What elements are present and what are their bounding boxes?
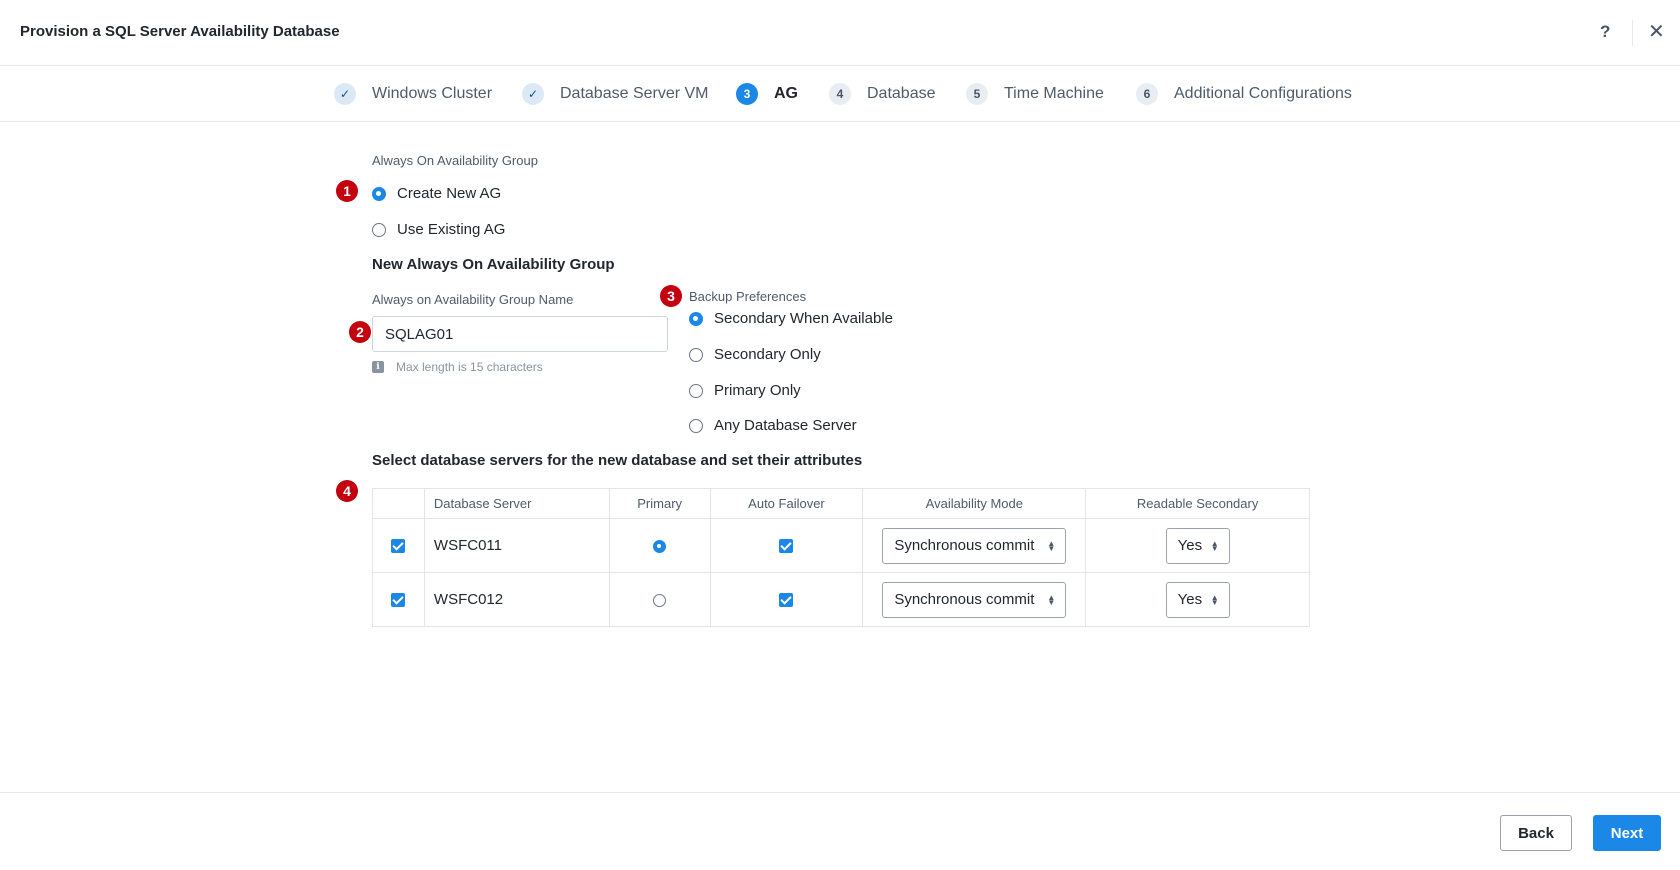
ag-section-label: Always On Availability Group [372, 153, 538, 168]
wizard-stepper: ✓ Windows Cluster ✓ Database Server VM 3… [0, 66, 1680, 122]
table-row: WSFC012 Synchronous commit ▲ ▼ Yes ▲ ▼ [372, 572, 1310, 627]
step-label: Database Server VM [560, 85, 709, 102]
availability-mode-value: Synchronous commit [894, 537, 1035, 554]
new-ag-heading: New Always On Availability Group [372, 256, 615, 273]
availability-mode-select[interactable]: Synchronous commit ▲ ▼ [882, 581, 1067, 618]
server-name: WSFC012 [423, 572, 610, 627]
back-button[interactable]: Back [1500, 815, 1572, 851]
ag-name-input[interactable] [372, 316, 668, 352]
step-number: 4 [829, 83, 851, 105]
backup-radio[interactable] [689, 347, 703, 362]
check-icon: ✓ [522, 83, 544, 105]
backup-radio[interactable] [689, 311, 703, 326]
callout-badge-3: 3 [660, 285, 682, 307]
backup-option-any-database-server[interactable]: Any Database Server [689, 417, 857, 434]
page-title: Provision a SQL Server Availability Data… [20, 23, 340, 40]
ag-name-hint-text: Max length is 15 characters [396, 360, 543, 374]
help-icon[interactable]: ? [1600, 22, 1610, 42]
database-servers-table: Database Server Primary Auto Failover Av… [372, 488, 1310, 627]
select-arrows-icon: ▲ ▼ [1210, 592, 1219, 607]
create-new-ag-label: Create New AG [397, 185, 502, 202]
backup-option-label: Any Database Server [714, 417, 857, 434]
availability-mode-select[interactable]: Synchronous commit ▲ ▼ [882, 527, 1067, 564]
header-divider [1632, 20, 1633, 46]
ag-name-label: Always on Availability Group Name [372, 292, 574, 307]
check-icon: ✓ [334, 83, 356, 105]
step-number: 6 [1136, 83, 1158, 105]
backup-option-label: Secondary Only [714, 346, 821, 363]
select-arrows-icon: ▲ ▼ [1210, 538, 1219, 553]
step-time-machine[interactable]: 5 Time Machine [966, 83, 1104, 105]
callout-badge-4: 4 [336, 480, 358, 502]
use-existing-ag-option[interactable]: Use Existing AG [372, 221, 505, 238]
servers-heading: Select database servers for the new data… [372, 452, 863, 469]
create-new-ag-option[interactable]: Create New AG [372, 185, 501, 202]
callout-badge-1: 1 [336, 180, 358, 202]
row-select-checkbox[interactable] [391, 539, 406, 554]
column-header-database-server: Database Server [423, 488, 610, 519]
auto-failover-checkbox[interactable] [779, 593, 794, 608]
backup-option-label: Secondary When Available [714, 310, 894, 327]
step-number: 5 [966, 83, 988, 105]
step-label: Additional Configurations [1174, 85, 1352, 102]
column-header-availability-mode: Availability Mode [862, 488, 1087, 519]
column-header-auto-failover: Auto Failover [709, 488, 864, 519]
backup-radio[interactable] [689, 418, 703, 433]
auto-failover-checkbox[interactable] [779, 539, 794, 554]
table-row: WSFC011 Synchronous commit ▲ ▼ Yes ▲ ▼ [372, 518, 1310, 573]
backup-option-label: Primary Only [714, 382, 801, 399]
backup-option-secondary-only[interactable]: Secondary Only [689, 346, 821, 363]
table-header-row: Database Server Primary Auto Failover Av… [372, 488, 1310, 519]
primary-radio[interactable] [653, 593, 667, 607]
column-header-primary: Primary [608, 488, 711, 519]
step-number: 3 [736, 83, 758, 105]
step-ag[interactable]: 3 AG [736, 83, 798, 105]
row-select-checkbox[interactable] [391, 593, 406, 608]
readable-secondary-select[interactable]: Yes ▲ ▼ [1165, 527, 1230, 564]
dialog-footer [0, 792, 1680, 870]
readable-secondary-select[interactable]: Yes ▲ ▼ [1165, 581, 1230, 618]
backup-preferences-label: Backup Preferences [689, 289, 807, 304]
step-label: AG [774, 85, 798, 102]
step-label: Database [867, 85, 936, 102]
readable-secondary-value: Yes [1177, 591, 1203, 608]
column-header-select [372, 488, 425, 519]
primary-radio[interactable] [653, 539, 667, 553]
select-arrows-icon: ▲ ▼ [1047, 592, 1056, 607]
use-existing-ag-radio[interactable] [372, 222, 386, 237]
use-existing-ag-label: Use Existing AG [397, 221, 506, 238]
select-arrows-icon: ▲ ▼ [1047, 538, 1056, 553]
step-additional-configurations[interactable]: 6 Additional Configurations [1136, 83, 1352, 105]
dialog-header: Provision a SQL Server Availability Data… [0, 0, 1680, 66]
step-database[interactable]: 4 Database [829, 83, 936, 105]
step-label: Time Machine [1004, 85, 1104, 102]
step-windows-cluster[interactable]: ✓ Windows Cluster [334, 83, 492, 105]
backup-option-primary-only[interactable]: Primary Only [689, 382, 801, 399]
step-label: Windows Cluster [372, 85, 493, 102]
callout-badge-2: 2 [349, 321, 371, 343]
column-header-readable-secondary: Readable Secondary [1085, 488, 1310, 519]
server-name: WSFC011 [423, 518, 610, 573]
backup-option-secondary-when-available[interactable]: Secondary When Available [689, 310, 893, 327]
create-new-ag-radio[interactable] [372, 186, 386, 201]
info-icon: i [372, 361, 384, 373]
readable-secondary-value: Yes [1177, 537, 1203, 554]
close-icon[interactable]: ✕ [1648, 20, 1665, 44]
backup-radio[interactable] [689, 383, 703, 398]
availability-mode-value: Synchronous commit [894, 591, 1035, 608]
next-button[interactable]: Next [1593, 815, 1661, 851]
ag-name-hint: i Max length is 15 characters [372, 360, 543, 374]
step-database-server-vm[interactable]: ✓ Database Server VM [522, 83, 709, 105]
